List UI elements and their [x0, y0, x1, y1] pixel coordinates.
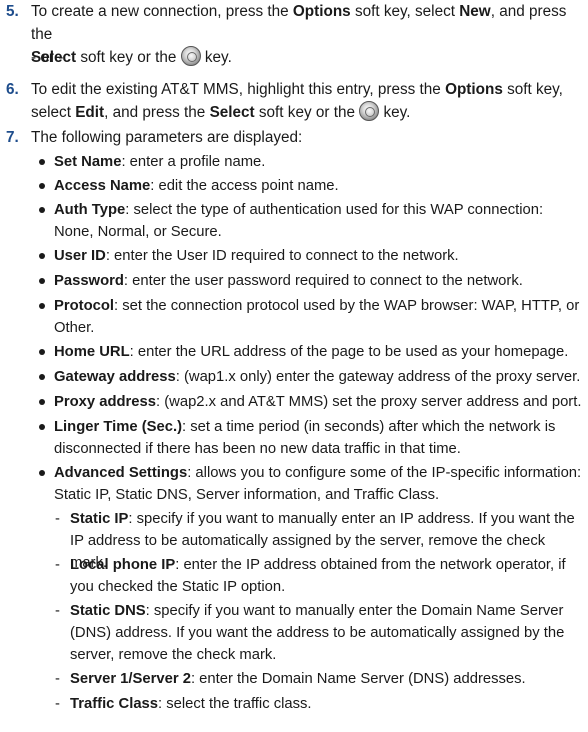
advanced-term: Local phone IP: [70, 557, 176, 573]
param-desc: : enter the user password required to co…: [123, 273, 523, 289]
advanced-term: Traffic Class: [70, 696, 159, 712]
dash-marker: -: [55, 511, 60, 527]
param-term: Home URL: [54, 344, 130, 360]
param-term: Password: [54, 273, 124, 289]
or-separator: - or -: [31, 49, 64, 66]
dash-marker: -: [55, 696, 60, 712]
param-term: Access Name: [54, 178, 151, 194]
advanced-desc: : enter the Domain Name Server (DNS) add…: [190, 671, 526, 687]
dash-marker: -: [55, 671, 60, 687]
dash-marker: -: [55, 603, 60, 619]
advanced-term: Static IP: [70, 511, 129, 527]
param-desc: : enter the User ID required to connect …: [105, 248, 459, 264]
param-desc: : set the connection protocol used by th…: [54, 298, 580, 336]
step-number: 6.: [6, 81, 19, 98]
options-key-label: Options: [292, 3, 351, 20]
step-text: To edit the existing AT&T MMS, highlight…: [31, 81, 563, 121]
param-term: User ID: [54, 248, 106, 264]
step-text: To create a new connection, press the Op…: [31, 3, 567, 66]
param-desc: : (wap1.x only) enter the gateway addres…: [175, 369, 581, 385]
param-term: Protocol: [54, 298, 115, 314]
dash-marker: -: [55, 557, 60, 573]
manual-page: 5. To create a new connection, press the…: [0, 0, 588, 732]
param-desc: : (wap2.x and AT&T MMS) set the proxy se…: [156, 394, 582, 410]
step-number: 5.: [6, 3, 19, 20]
param-term: Auth Type: [54, 202, 126, 218]
param-term: Gateway address: [54, 369, 176, 385]
param-desc: : edit the access point name.: [150, 178, 339, 194]
advanced-desc: : select the traffic class.: [158, 696, 312, 712]
param-term: Set Name: [54, 154, 122, 170]
param-term: Proxy address: [54, 394, 156, 410]
new-option-label: New: [459, 3, 491, 20]
step-number: 7.: [6, 129, 19, 146]
edit-option-label: Edit: [75, 104, 105, 121]
select-key-label: Select: [209, 104, 255, 121]
advanced-term: Server 1/Server 2: [70, 671, 191, 687]
param-term: Advanced Settings: [54, 465, 188, 481]
param-desc: : enter a profile name.: [121, 154, 266, 170]
select-key-icon: [180, 46, 201, 66]
step-text: The following parameters are displayed:: [31, 129, 303, 146]
param-term: Linger Time (Sec.): [54, 419, 182, 435]
options-key-label: Options: [445, 81, 503, 98]
param-desc: : select the type of authentication used…: [54, 202, 544, 240]
param-desc: : enter the URL address of the page to b…: [129, 344, 569, 360]
advanced-term: Static DNS: [70, 603, 146, 619]
select-key-icon: [359, 101, 380, 121]
